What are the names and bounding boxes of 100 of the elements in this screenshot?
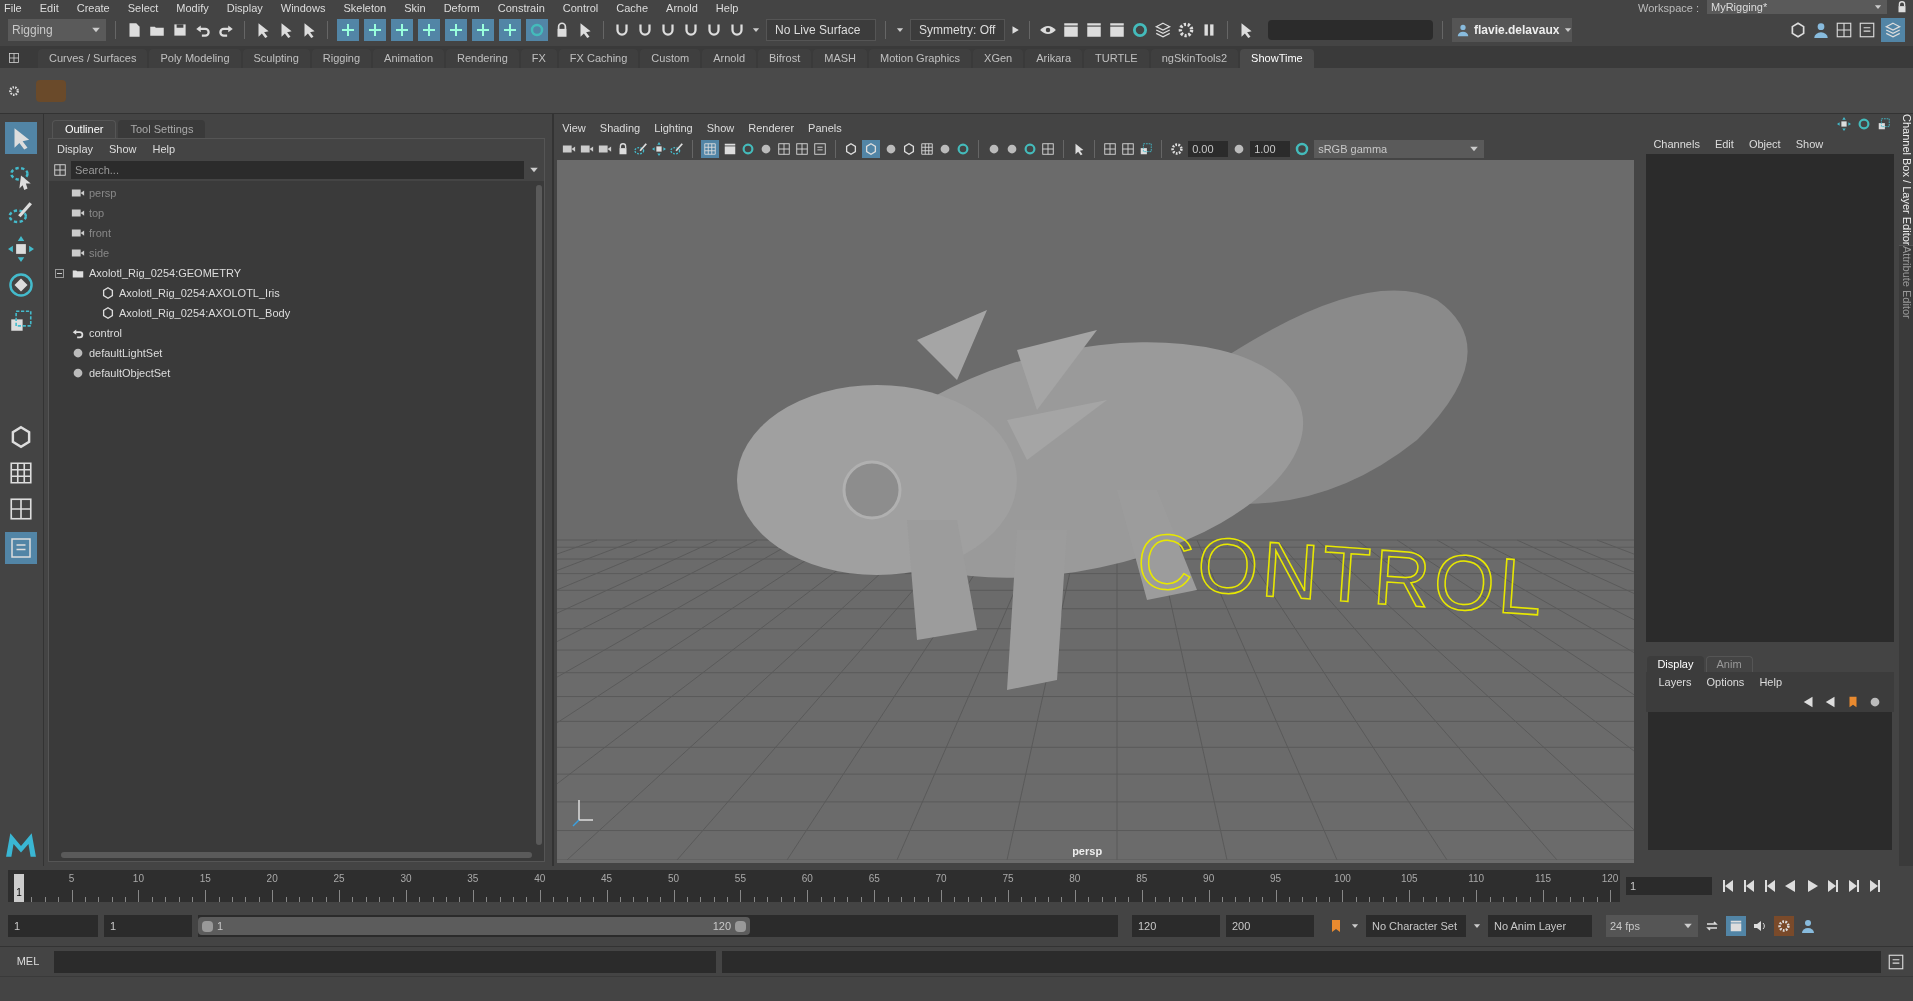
gamma-field[interactable]: 1.00 [1250,141,1291,157]
magnet-icon[interactable] [682,21,700,39]
menu-item[interactable]: Channels [1653,135,1700,153]
side-tab[interactable]: Attribute Editor [1899,245,1913,320]
panel-tab[interactable]: Tool Settings [118,120,206,138]
magnet-icon[interactable] [613,21,631,39]
scrollbar-thumb[interactable] [536,185,543,845]
person-icon[interactable] [1456,23,1470,37]
layout-icon[interactable] [777,142,792,156]
color-space-dropdown[interactable]: sRGB gamma [1314,140,1485,158]
shelf-tab[interactable]: ShowTime [1240,49,1314,68]
range-slider-track[interactable]: 1 120 [198,915,1118,937]
playback-start-field[interactable]: 1 [104,915,192,937]
clapper-icon[interactable] [1108,21,1126,39]
menu-item[interactable]: Layers [1658,673,1692,691]
menu-item[interactable]: Display [56,140,93,158]
circle-icon[interactable] [956,142,971,156]
mesh-icon[interactable] [100,306,115,320]
panel-tab[interactable]: Anim [1705,656,1753,672]
shelf-tab[interactable]: ngSkinTools2 [1150,49,1239,68]
layout-icon[interactable] [1041,142,1056,156]
script-icon[interactable] [813,142,828,156]
shelf-tab[interactable]: Bifrost [758,49,812,68]
shelf-tab[interactable]: XGen [973,49,1024,68]
menu-item[interactable]: Show [109,140,137,158]
menu-item[interactable]: Help [715,2,739,14]
range-handle[interactable] [202,920,213,932]
menu-item[interactable]: Help [1759,673,1782,691]
step-back-key-icon[interactable] [1741,878,1757,894]
outliner-item[interactable]: defaultLightSet [88,344,163,362]
shelf-tab[interactable]: Rendering [446,49,519,68]
play-icon[interactable] [1010,25,1020,35]
menu-item[interactable]: Object [1748,135,1781,153]
command-input-field[interactable] [54,950,716,973]
menu-item[interactable]: Options [1706,673,1745,691]
viewport-canvas[interactable]: CONTROL persp [557,160,1635,863]
menu-item[interactable]: Select [127,2,159,14]
range-handle[interactable] [735,920,746,932]
mode-dropdown[interactable]: Rigging [8,19,106,41]
circle-icon[interactable] [741,142,756,156]
menu-item[interactable]: Skin [404,2,426,14]
magnet-icon[interactable] [659,21,677,39]
menu-item[interactable]: Shading [599,119,641,137]
clapper-icon[interactable] [1062,21,1080,39]
fps-dropdown[interactable]: 24 fps [1606,915,1698,937]
menu-item[interactable]: Arnold [666,2,698,14]
menu-item[interactable]: Create [76,2,110,14]
menu-item[interactable]: Show [706,119,735,137]
character-set-field[interactable]: No Character Set [1366,915,1466,937]
shelf-tab[interactable]: Animation [373,49,444,68]
shelf-tab[interactable]: FX Caching [558,49,639,68]
shelf-tab[interactable]: Motion Graphics [869,49,972,68]
input-field[interactable] [1268,20,1433,40]
person-icon[interactable] [1812,21,1830,39]
current-frame-marker[interactable]: 1 [14,874,24,902]
collapse-toggle[interactable] [54,268,64,278]
panel-tab[interactable]: Outliner [51,120,117,138]
menu-item[interactable]: Cache [616,2,649,14]
shelf-tab[interactable]: Sculpting [242,49,310,68]
exposure-icon[interactable] [1170,142,1185,156]
move-tool-icon[interactable] [8,236,35,262]
magnet-icon[interactable] [728,21,746,39]
rotate-tool-icon[interactable] [8,272,35,298]
current-frame-field[interactable]: 1 [1626,877,1712,895]
menu-item[interactable]: Modify [176,2,209,14]
panel-tab[interactable]: Display [1647,656,1704,672]
gear-icon[interactable] [1177,21,1195,39]
scale-icon[interactable] [1877,117,1891,131]
four-view-icon[interactable] [8,460,35,486]
gear-icon[interactable] [8,84,20,97]
end-frame-field[interactable]: 200 [1226,915,1314,937]
script-icon[interactable] [1858,21,1876,39]
menu-item[interactable]: Display [226,2,263,14]
symmetry-field[interactable]: Symmetry: Off [910,19,1005,41]
shelf-tab[interactable]: TURTLE [1084,49,1149,68]
side-tab[interactable]: Channel Box / Layer Editor [1899,114,1913,246]
circle-icon[interactable] [1857,117,1871,131]
menu-item[interactable]: Skeleton [343,2,387,14]
shelf-tab[interactable]: Curves / Surfaces [38,49,148,68]
shelf-tab[interactable]: MASH [813,49,867,68]
color-management-icon[interactable] [1294,141,1311,157]
menu-item[interactable]: Edit [39,2,59,14]
scrollbar-thumb[interactable] [60,852,533,858]
time-slider[interactable]: 5 10 15 20 25 30 35 40 45 50 55 60 65 70 75 80 85 90 95 100 105 110 115 120 1 [8,870,1620,902]
live-surface-field[interactable]: No Live Surface [766,19,876,41]
scale-icon[interactable] [1139,142,1154,156]
anim-layer-field[interactable]: No Anim Layer [1488,915,1592,937]
outliner-item[interactable]: Axolotl_Rig_0254:GEOMETRY [88,264,241,282]
shelf-tab[interactable]: Arnold [702,49,757,68]
shelf-tab[interactable]: Poly Modeling [149,49,241,68]
cube-icon[interactable] [902,142,917,156]
layout-icon[interactable] [1103,142,1118,156]
menu-item[interactable]: Control [562,2,599,14]
layout-icon[interactable] [795,142,810,156]
shelf-tab[interactable]: FX [520,49,557,68]
shelf-tab[interactable]: Arikara [1025,49,1083,68]
menu-item[interactable]: Panels [808,119,842,137]
go-to-end-icon[interactable] [1867,878,1883,894]
cube-icon[interactable] [844,142,859,156]
menu-item[interactable]: Lighting [654,119,693,137]
